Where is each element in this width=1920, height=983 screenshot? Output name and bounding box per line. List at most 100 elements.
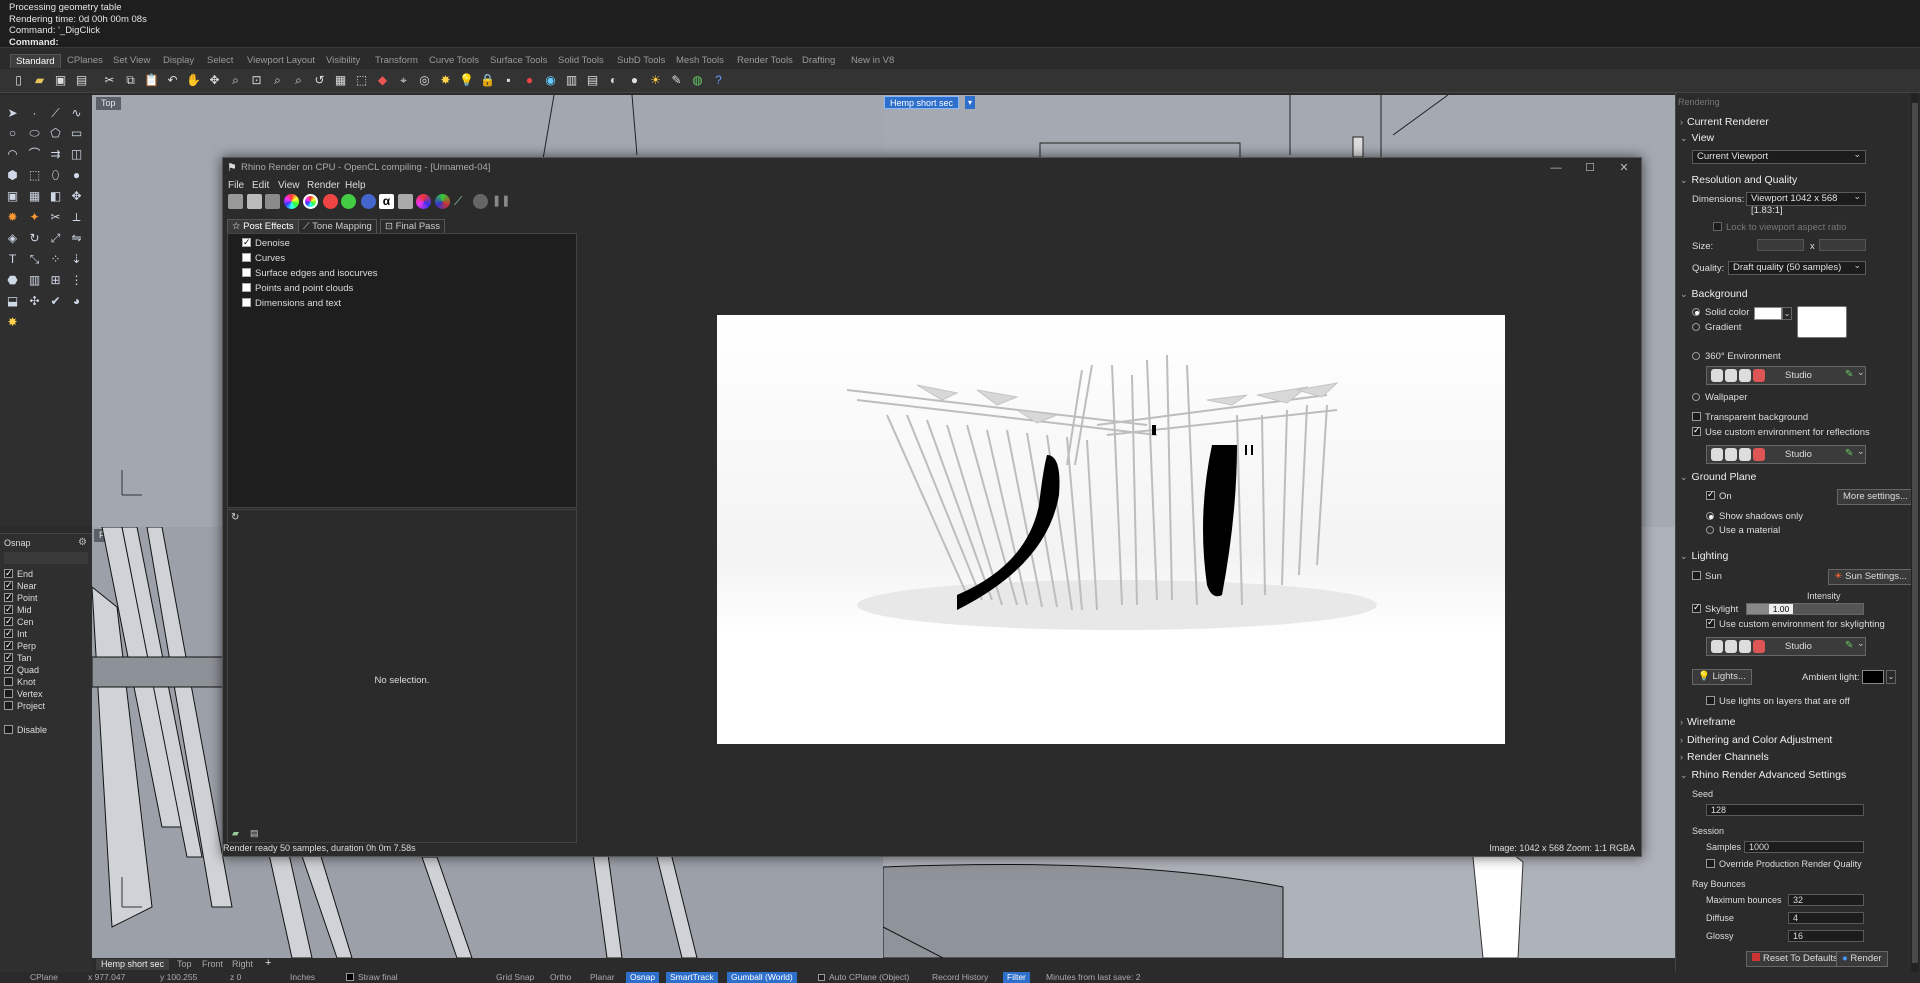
vp-tab-top[interactable]: Top [177,959,192,970]
render-tool-icon[interactable]: ◕ [68,293,85,310]
menu-view[interactable]: View [278,180,300,191]
section-wireframe[interactable]: › Wireframe [1680,716,1735,728]
gradient-radio[interactable] [1692,323,1700,331]
light-tool-icon[interactable]: ✸ [4,314,21,331]
tab-curve-tools[interactable]: Curve Tools [424,54,484,68]
quad-checkbox[interactable] [4,663,13,675]
tab-transform[interactable]: Transform [370,54,423,68]
override-quality-checkbox[interactable] [1706,859,1715,868]
split-icon[interactable]: ⟂ [68,209,85,226]
green-channel-icon[interactable] [341,194,356,209]
zoom-selected-icon[interactable]: ⌕ [291,73,306,88]
section-ground-plane[interactable]: ⌄ Ground Plane [1680,471,1756,483]
lights-off-layers-option[interactable]: Use lights on layers that are off [1706,696,1850,707]
vp-tab-hemp[interactable]: Hemp short sec [96,959,170,970]
denoise-checkbox[interactable] [242,236,251,248]
color-adjust-icon[interactable] [284,194,299,209]
tab-set-view[interactable]: Set View [108,54,155,68]
osnap-disable[interactable]: Disable [4,724,47,736]
ambient-dropdown-icon[interactable]: ⌄ [1886,670,1896,684]
mid-checkbox[interactable] [4,603,13,615]
save-render-icon[interactable] [247,194,262,209]
post-effect-dimensions[interactable]: Dimensions and text [242,298,341,310]
zoom-window-icon[interactable]: ⊡ [249,73,264,88]
four-viewports-icon[interactable]: ▦ [333,73,348,88]
ruler-icon[interactable]: ✎ [669,73,684,88]
cage-icon[interactable]: ⬓ [4,293,21,310]
shadows-only-option[interactable]: Show shadows only [1706,511,1803,522]
tab-select[interactable]: Select [202,54,238,68]
skylight-intensity-slider[interactable]: 1.00 [1746,603,1864,615]
surface-icon[interactable]: ◫ [68,146,85,163]
gear-icon[interactable]: ⚙ [78,537,87,548]
pan-icon[interactable]: ✋ [186,73,201,88]
curves-checkbox[interactable] [242,253,251,262]
wand-icon[interactable]: ⟋ [454,194,469,209]
transparent-bg-option[interactable]: Transparent background [1692,412,1808,423]
edit-pencil-icon[interactable]: ✎ [1845,448,1853,459]
tab-mesh-tools[interactable]: Mesh Tools [671,54,729,68]
add-viewport-icon[interactable]: + [265,958,271,969]
section-lighting[interactable]: ⌄ Lighting [1680,550,1728,562]
select-icon[interactable]: ⬚ [354,73,369,88]
cut-icon[interactable]: ✂ [102,73,117,88]
osnap-item-vertex[interactable]: Vertex [4,688,43,700]
status-ortho[interactable]: Ortho [550,972,571,983]
refresh-icon[interactable]: ↻ [231,512,239,523]
section-current-renderer[interactable]: › Current Renderer [1680,116,1769,128]
points-checkbox[interactable] [242,283,251,292]
point-icon[interactable]: ✸ [438,73,453,88]
light-bulb-icon[interactable]: 💡 [459,73,474,88]
status-auto-cplane[interactable]: Auto CPlane (Object) [818,972,909,983]
extrude-icon[interactable]: ⬢ [4,167,21,184]
layers-icon[interactable]: ▥ [564,73,579,88]
tab-tone-mapping[interactable]: ⟋ Tone Mapping [298,219,377,233]
move-icon[interactable]: ✥ [68,188,85,205]
status-filter[interactable]: Filter [1003,972,1030,983]
solid-color-option[interactable]: Solid color [1692,307,1749,318]
tab-cplanes[interactable]: CPlanes [62,54,108,68]
near-checkbox[interactable] [4,579,13,591]
tab-display[interactable]: Display [158,54,199,68]
wallpaper-radio[interactable] [1692,393,1700,401]
undo-view-icon[interactable]: ↺ [312,73,327,88]
offset-icon[interactable]: ⇉ [47,146,64,163]
rendering-panel-scrollbar[interactable] [1911,93,1919,983]
render-button[interactable]: ● Render [1836,951,1888,967]
menu-file[interactable]: File [228,180,244,191]
skylight-intensity-value[interactable]: 1.00 [1769,604,1793,614]
arc-icon[interactable]: ◠ [4,146,21,163]
reflection-env-selector[interactable]: Studio ✎ ⌄ [1706,445,1866,464]
lock-aspect-option[interactable]: Lock to viewport aspect ratio [1713,222,1846,233]
ground-on-checkbox[interactable] [1706,489,1715,500]
command-prompt[interactable]: Command: [9,37,59,48]
osnap-item-quad[interactable]: Quad [4,663,39,676]
custom-env-sky-option[interactable]: Use custom environment for skylighting [1706,617,1885,630]
mesh-icon[interactable]: ▦ [26,188,43,205]
auto-cplane-checkbox[interactable] [818,974,825,981]
size-width-input[interactable] [1757,239,1804,251]
project-checkbox[interactable] [4,701,13,710]
solid-color-swatch[interactable] [1754,307,1782,320]
rotate-view-icon[interactable]: ✥ [207,73,222,88]
curve-icon[interactable]: ∿ [68,105,85,122]
tan-checkbox[interactable] [4,651,13,663]
dimension-icon[interactable]: ⤡ [26,251,43,268]
use-material-radio[interactable] [1706,526,1714,534]
more-settings-button[interactable]: More settings... [1837,489,1914,505]
ground-on-option[interactable]: On [1706,489,1732,502]
section-icon[interactable]: ⋮ [68,272,85,289]
size-height-input[interactable] [1819,239,1866,251]
use-material-option[interactable]: Use a material [1706,525,1780,536]
box-icon[interactable]: ▣ [4,188,21,205]
end-checkbox[interactable] [4,567,13,579]
env360-selector[interactable]: Studio ✎ ⌄ [1706,366,1866,385]
tab-final-pass[interactable]: ⊡ Final Pass [380,219,445,233]
render-sphere-icon[interactable]: ● [627,73,642,88]
alpha-icon[interactable]: α [379,194,394,209]
channels-icon[interactable] [265,194,280,209]
gradient-option[interactable]: Gradient [1692,322,1741,333]
section-dithering[interactable]: › Dithering and Color Adjustment [1680,734,1832,746]
print-icon[interactable]: ▤ [74,73,89,88]
lights-off-layers-checkbox[interactable] [1706,696,1715,705]
